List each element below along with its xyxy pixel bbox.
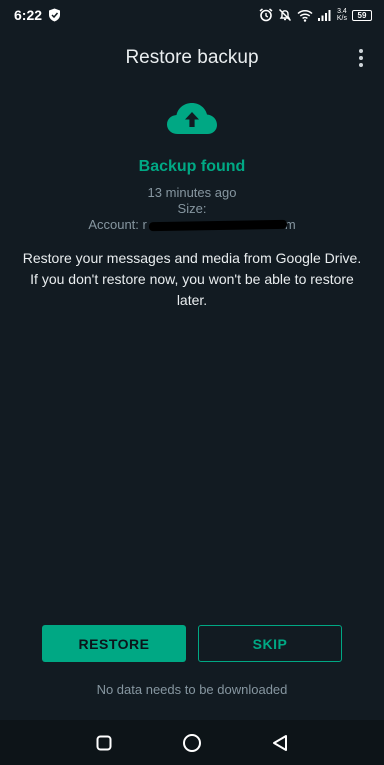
shield-icon — [48, 8, 61, 22]
battery-level: 59 — [357, 10, 367, 20]
alarm-icon — [259, 8, 273, 22]
download-note: No data needs to be downloaded — [96, 682, 288, 697]
redaction-mark — [148, 219, 287, 232]
mute-icon — [278, 8, 292, 22]
status-bar: 6:22 3.4 K/s 59 — [0, 0, 384, 30]
back-icon[interactable] — [260, 723, 300, 763]
net-speed: 3.4 K/s — [337, 8, 347, 22]
page-title: Restore backup — [125, 47, 259, 68]
more-vert-icon[interactable] — [354, 46, 368, 70]
nav-bar — [0, 720, 384, 765]
backup-time: 13 minutes ago — [147, 185, 237, 200]
signal-icon — [317, 9, 332, 21]
backup-account: Account: rm — [0, 217, 384, 232]
wifi-icon — [297, 9, 313, 22]
backup-found-title: Backup found — [138, 158, 246, 175]
net-speed-value: 3.4 — [337, 8, 347, 15]
status-time: 6:22 — [14, 7, 43, 23]
net-speed-unit: K/s — [336, 15, 347, 22]
skip-button[interactable]: SKIP — [198, 625, 342, 662]
battery-icon: 59 — [352, 9, 372, 21]
status-right: 3.4 K/s 59 — [259, 8, 372, 22]
home-icon[interactable] — [172, 723, 212, 763]
restore-description: Restore your messages and media from Goo… — [22, 250, 362, 308]
recents-icon[interactable] — [84, 723, 124, 763]
account-label: Account: r — [88, 217, 147, 232]
cloud-upload-icon — [166, 101, 218, 137]
backup-size: Size: — [177, 201, 207, 216]
status-left: 6:22 — [14, 7, 61, 23]
app-bar: Restore backup — [0, 36, 384, 80]
restore-button[interactable]: RESTORE — [42, 625, 186, 662]
